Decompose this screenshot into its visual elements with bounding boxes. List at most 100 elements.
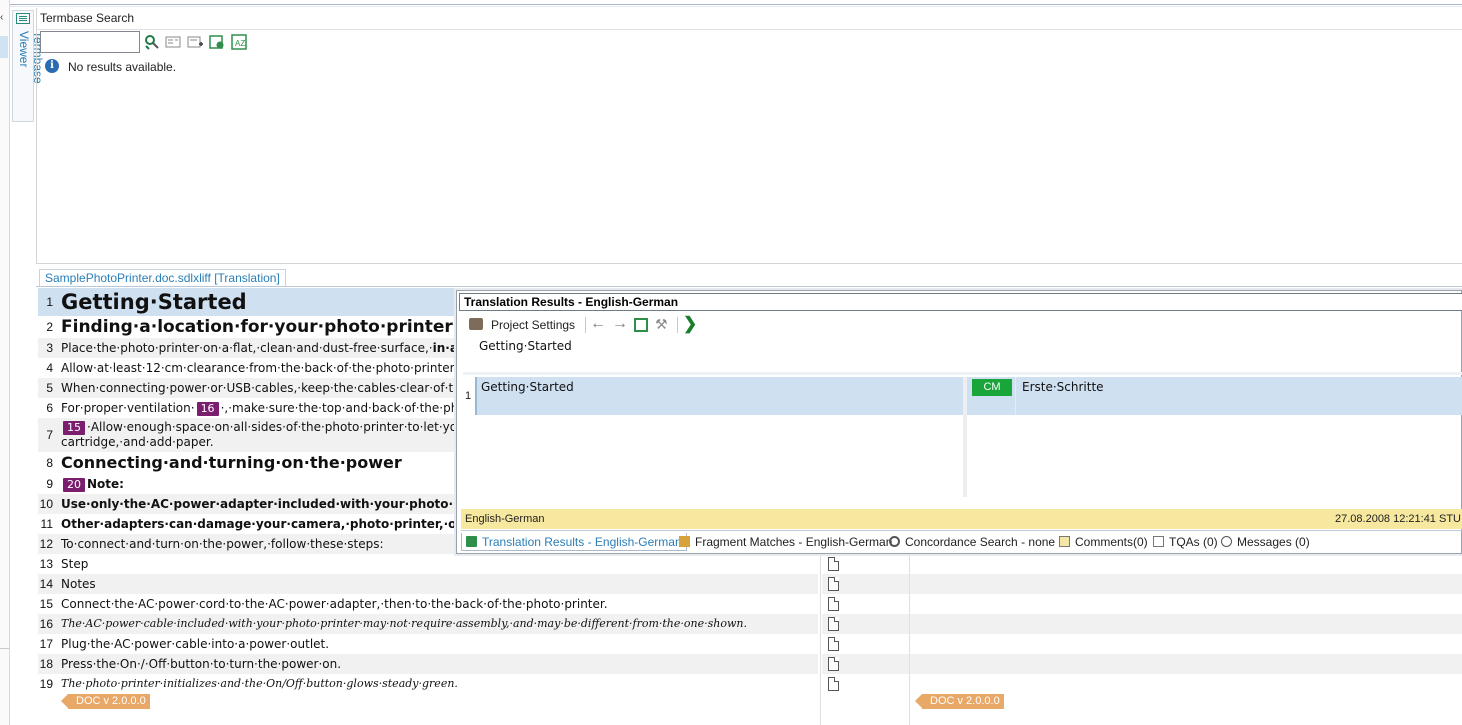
segment-status[interactable] xyxy=(822,654,910,674)
window-top-border xyxy=(10,4,1462,5)
segment-target[interactable] xyxy=(910,654,1462,674)
document-icon xyxy=(828,617,839,631)
segment-row[interactable]: 13 Step xyxy=(38,554,1462,574)
toolbar-separator xyxy=(585,317,586,333)
termbase-viewer-tab[interactable]: Termbase Viewer xyxy=(12,10,45,122)
translation-hit-row[interactable]: 1 Getting·Started CM Erste·Schritte xyxy=(461,377,1462,497)
segment-source[interactable]: The·AC·power·cable·included·with·your·ph… xyxy=(57,614,818,634)
segment-target[interactable] xyxy=(910,554,1462,574)
inline-tag[interactable]: 16 xyxy=(196,402,219,416)
collapse-icon[interactable]: ‹ xyxy=(0,12,3,23)
segment-target[interactable] xyxy=(910,574,1462,594)
segment-number: 13 xyxy=(39,557,53,571)
translation-results-window: Translation Results - English-German Pro… xyxy=(456,290,1462,554)
document-end-tag-source: DOC v 2.0.0.0 xyxy=(61,694,150,709)
document-icon xyxy=(828,637,839,651)
chevron-right-icon[interactable]: ❯ xyxy=(683,314,697,334)
inline-tag[interactable]: 15 xyxy=(63,421,85,435)
termbase-search-title: Termbase Search xyxy=(40,11,135,25)
translation-results-title[interactable]: Translation Results - English-German xyxy=(459,293,1462,311)
tab-concordance-search[interactable]: Concordance Search - none xyxy=(889,533,1055,551)
segment-number: 10 xyxy=(38,494,57,514)
no-results-message: No results available. xyxy=(68,60,177,74)
language-pair: English-German xyxy=(465,513,545,525)
segment-target[interactable] xyxy=(910,674,1462,694)
segment-source[interactable]: Connect·the·AC·power·cord·to·the·AC·powe… xyxy=(57,594,818,614)
search-terms-icon[interactable] xyxy=(144,34,160,50)
previous-arrow-icon[interactable]: ← xyxy=(590,315,606,333)
document-icon xyxy=(828,657,839,671)
project-settings-icon[interactable] xyxy=(469,318,483,330)
match-metadata: 27.08.2008 12:21:41 STU xyxy=(1335,513,1461,525)
segment-source[interactable]: The·photo·printer·initializes·and·the·On… xyxy=(57,674,818,694)
toolbar-separator xyxy=(677,317,678,333)
termbase-search-panel: Termbase Search AZ i No results availabl… xyxy=(36,8,1462,264)
segment-source[interactable]: Notes xyxy=(57,574,818,594)
termbase-settings-icon[interactable] xyxy=(209,34,225,50)
segment-number: 1 xyxy=(38,288,57,316)
segment-status[interactable] xyxy=(822,594,910,614)
segment-text: For·proper·ventilation· xyxy=(61,401,195,415)
document-icon xyxy=(828,557,839,571)
tab-messages[interactable]: Messages (0) xyxy=(1221,533,1310,551)
tab-fragment-matches[interactable]: Fragment Matches - English-German xyxy=(679,533,892,551)
termbase-search-input[interactable] xyxy=(40,31,140,53)
project-settings-button[interactable]: Project Settings xyxy=(491,318,575,332)
divider xyxy=(0,648,10,649)
tab-tqas[interactable]: TQAs (0) xyxy=(1153,533,1218,551)
tab-label: Comments(0) xyxy=(1075,535,1148,549)
segment-status[interactable] xyxy=(822,674,910,694)
segment-number: 19 xyxy=(39,677,53,691)
segment-source[interactable]: Step xyxy=(57,554,818,574)
segment-number: 12 xyxy=(38,534,57,554)
translation-results-icon xyxy=(466,536,477,547)
document-icon xyxy=(828,677,839,691)
add-term-icon[interactable] xyxy=(187,34,203,50)
comments-icon xyxy=(1059,536,1070,547)
hit-source[interactable]: Getting·Started xyxy=(475,377,963,415)
tab-comments[interactable]: Comments(0) xyxy=(1059,533,1148,551)
segment-number: 2 xyxy=(46,320,53,334)
tab-label: Concordance Search - none xyxy=(905,535,1056,549)
segment-status[interactable] xyxy=(822,554,910,574)
segment-row[interactable]: 16 The·AC·power·cable·included·with·your… xyxy=(38,614,1462,634)
segment-status[interactable] xyxy=(822,574,910,594)
segment-target[interactable] xyxy=(910,594,1462,614)
hit-score-cell: CM xyxy=(967,377,1015,415)
segment-row[interactable]: 19 The·photo·printer·initializes·and·the… xyxy=(38,674,1462,694)
inline-tag[interactable]: 20 xyxy=(63,478,85,492)
segment-status[interactable] xyxy=(822,614,910,634)
tab-label: Fragment Matches - English-German xyxy=(695,535,893,549)
segment-number: 3 xyxy=(38,338,57,358)
segment-source[interactable]: Plug·the·AC·power·cable·into·a·power·out… xyxy=(57,634,818,654)
tab-label: Translation Results - English-German xyxy=(482,535,682,549)
term-entry-icon[interactable] xyxy=(165,34,181,50)
segment-source[interactable]: Press·the·On·/·Off·button·to·turn·the·po… xyxy=(57,654,818,674)
fragment-matches-icon xyxy=(679,536,690,547)
segment-row[interactable]: 14 Notes xyxy=(38,574,1462,594)
segment-row[interactable]: 18 Press·the·On·/·Off·button·to·turn·the… xyxy=(38,654,1462,674)
segment-row[interactable]: 15 Connect·the·AC·power·cord·to·the·AC·p… xyxy=(38,594,1462,614)
segment-number: 7 xyxy=(38,418,57,452)
document-tab[interactable]: SamplePhotoPrinter.doc.sdlxliff [Transla… xyxy=(39,269,286,287)
segment-row[interactable]: 17 Plug·the·AC·power·cable·into·a·power·… xyxy=(38,634,1462,654)
segment-text: cartridge,·and·add·paper. xyxy=(61,435,214,449)
next-arrow-icon[interactable]: → xyxy=(612,315,628,333)
segment-status[interactable] xyxy=(822,634,910,654)
translation-results-tabbar: Translation Results - English-German Fra… xyxy=(461,530,1462,552)
column-divider xyxy=(909,550,910,725)
sort-az-icon[interactable]: AZ xyxy=(231,34,247,50)
segment-number: 18 xyxy=(38,654,57,674)
segment-text: ·,·make·sure·the·top·and·back·of·the·pho xyxy=(220,401,466,415)
segment-number: 17 xyxy=(39,637,53,651)
tab-translation-results[interactable]: Translation Results - English-German xyxy=(461,533,687,551)
translation-memory-icon[interactable] xyxy=(634,318,648,332)
hit-target[interactable]: Erste·Schritte xyxy=(1015,377,1462,415)
segment-target[interactable] xyxy=(910,634,1462,654)
tools-icon[interactable]: ⚒ xyxy=(655,316,668,333)
translation-results-status-bar: English-German 27.08.2008 12:21:41 STU xyxy=(461,509,1462,529)
segment-number: 16 xyxy=(38,614,57,634)
segment-target[interactable] xyxy=(910,614,1462,634)
divider xyxy=(37,29,1462,30)
left-panel-selection[interactable] xyxy=(0,36,8,58)
